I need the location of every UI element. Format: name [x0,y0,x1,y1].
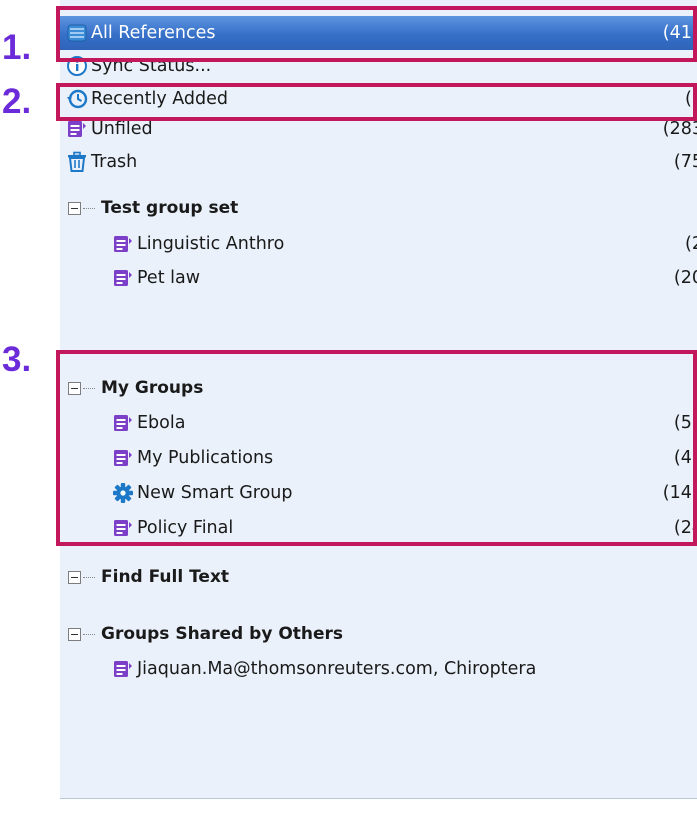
group-set-title: Find Full Text [101,567,230,587]
group-set-header-find-full-text[interactable]: Find Full Text [60,560,697,594]
item-count: (2 [685,234,697,254]
item-count: (283 [662,119,697,139]
group-icon [112,267,134,289]
item-label: Pet law [137,268,201,288]
group-item-pet-law[interactable]: Pet law (20 [60,261,697,295]
item-label: Trash [91,152,138,172]
callout-number-2: 2. [2,82,32,121]
callout-number-3: 3. [2,340,32,379]
group-set-header-groups-shared-by-others[interactable]: Groups Shared by Others [60,617,697,651]
trash-item[interactable]: Trash (75 [60,145,697,179]
tree-connector [83,576,95,578]
collapse-icon[interactable] [68,627,81,641]
group-icon [112,658,134,680]
group-icon [66,118,88,140]
trash-icon [66,151,88,173]
callout-box-1 [56,6,697,62]
callout-number-1: 1. [2,28,32,67]
group-set-title: Groups Shared by Others [101,624,344,644]
item-label: Unfiled [91,119,153,139]
item-label: Linguistic Anthro [137,234,285,254]
callout-box-2 [56,83,697,121]
item-label: Jiaquan.Ma@thomsonreuters.com, Chiropter… [137,659,537,679]
tree-connector [83,633,95,635]
group-icon [112,233,134,255]
group-set-header-test-group-set[interactable]: Test group set [60,191,697,225]
collapse-icon[interactable] [68,570,81,584]
collapse-icon[interactable] [68,201,81,215]
item-count: (75 [673,152,697,172]
tree-connector [83,207,95,209]
item-count: (20 [673,268,697,288]
group-set-title: Test group set [101,198,239,218]
group-item-chiroptera[interactable]: Jiaquan.Ma@thomsonreuters.com, Chiropter… [60,652,697,686]
callout-box-3 [56,350,697,546]
group-item-linguistic-anthro[interactable]: Linguistic Anthro (2 [60,227,697,261]
